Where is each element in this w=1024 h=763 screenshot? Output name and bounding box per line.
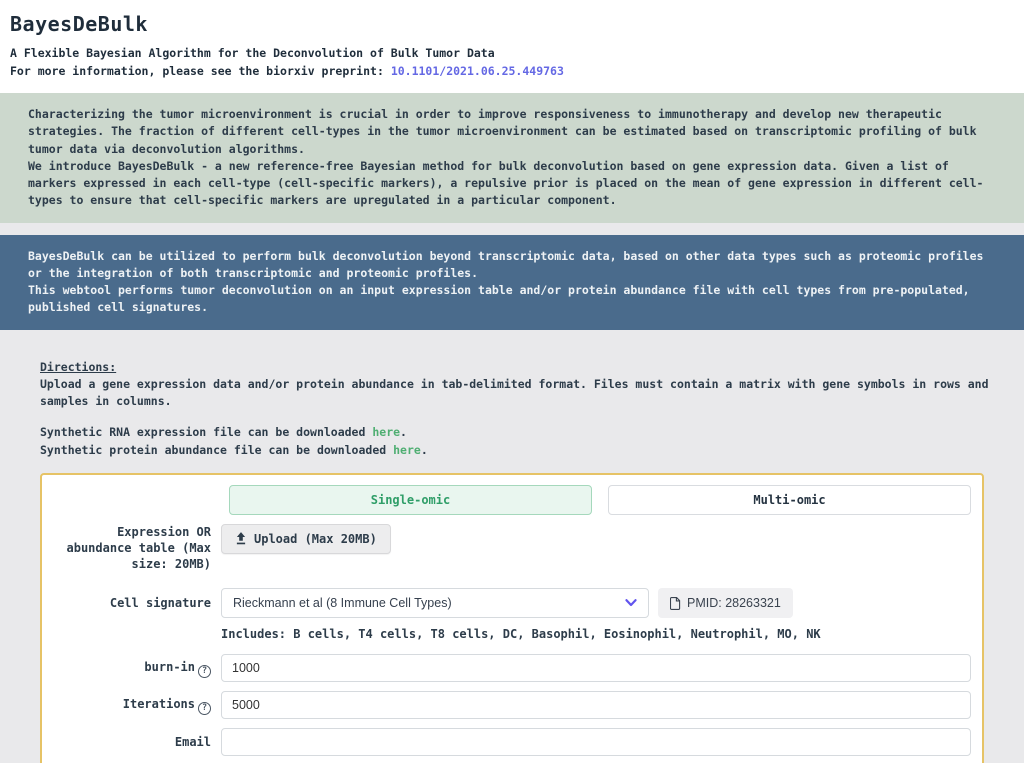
- synthetic-protein-download-link[interactable]: here: [393, 443, 421, 457]
- page-subtitle: A Flexible Bayesian Algorithm for the De…: [10, 46, 1014, 60]
- iterations-label: Iterations?: [53, 696, 211, 715]
- preprint-prefix: For more information, please see the bio…: [10, 64, 391, 78]
- preprint-line: For more information, please see the bio…: [10, 64, 1014, 78]
- rna-line-suffix: .: [400, 425, 407, 439]
- omic-mode-tabs: Single-omic Multi-omic: [53, 485, 971, 515]
- directions-heading: Directions:: [40, 359, 996, 376]
- tab-single-omic-label: Single-omic: [371, 493, 450, 507]
- upload-icon: [235, 532, 247, 545]
- email-row: Email: [53, 728, 971, 756]
- multiomic-info-panel: BayesDeBulk can be utilized to perform b…: [0, 235, 1024, 330]
- page-title: BayesDeBulk: [10, 12, 1014, 36]
- burn-in-row: burn-in?: [53, 654, 971, 682]
- cell-signature-select[interactable]: Rieckmann et al (8 Immune Cell Types): [221, 588, 649, 618]
- chevron-down-icon: [625, 599, 637, 607]
- bayesdebulk-page: BayesDeBulk A Flexible Bayesian Algorith…: [0, 0, 1024, 763]
- rna-line-prefix: Synthetic RNA expression file can be dow…: [40, 425, 372, 439]
- synthetic-rna-line: Synthetic RNA expression file can be dow…: [40, 424, 996, 441]
- iterations-content: [221, 691, 971, 719]
- download-links: Synthetic RNA expression file can be dow…: [40, 424, 996, 459]
- intro-panel: Characterizing the tumor microenvironmen…: [0, 93, 1024, 223]
- upload-content: Upload (Max 20MB): [221, 524, 971, 554]
- signature-includes-text: Includes: B cells, T4 cells, T8 cells, D…: [221, 627, 821, 641]
- multiomic-paragraph-1: BayesDeBulk can be utilized to perform b…: [28, 248, 996, 283]
- directions-body: Upload a gene expression data and/or pro…: [40, 376, 996, 411]
- preprint-link[interactable]: 10.1101/2021.06.25.449763: [391, 64, 564, 78]
- tab-multi-omic-label: Multi-omic: [753, 493, 825, 507]
- directions-section: Directions: Upload a gene expression dat…: [0, 330, 1024, 473]
- burn-in-label-text: burn-in: [144, 660, 195, 674]
- upload-button[interactable]: Upload (Max 20MB): [221, 524, 391, 554]
- upload-label: Expression OR abundance table (Max size:…: [53, 524, 211, 573]
- tab-single-omic[interactable]: Single-omic: [229, 485, 592, 515]
- cell-signature-selected-option: Rieckmann et al (8 Immune Cell Types): [233, 596, 452, 610]
- deconvolution-form: Single-omic Multi-omic Expression OR abu…: [40, 473, 984, 763]
- page-header: BayesDeBulk A Flexible Bayesian Algorith…: [0, 0, 1024, 93]
- iterations-label-text: Iterations: [123, 697, 195, 711]
- multiomic-paragraph-2: This webtool performs tumor deconvolutio…: [28, 282, 996, 317]
- burn-in-content: [221, 654, 971, 682]
- upload-row: Expression OR abundance table (Max size:…: [53, 524, 971, 573]
- burn-in-input[interactable]: [221, 654, 971, 682]
- email-content: [221, 728, 971, 756]
- email-label: Email: [53, 734, 211, 750]
- upload-button-label: Upload (Max 20MB): [254, 532, 377, 546]
- iterations-input[interactable]: [221, 691, 971, 719]
- burn-in-label: burn-in?: [53, 659, 211, 678]
- document-icon: [670, 597, 681, 610]
- synthetic-rna-download-link[interactable]: here: [372, 425, 400, 439]
- iterations-help-icon[interactable]: ?: [198, 702, 211, 715]
- pmid-badge-label: PMID: 28263321: [687, 596, 781, 610]
- cell-signature-row: Cell signature Rieckmann et al (8 Immune…: [53, 588, 971, 618]
- intro-paragraph-2: We introduce BayesDeBulk - a new referen…: [28, 158, 996, 210]
- cell-signature-label: Cell signature: [53, 595, 211, 611]
- iterations-row: Iterations?: [53, 691, 971, 719]
- pmid-badge[interactable]: PMID: 28263321: [658, 588, 793, 618]
- intro-paragraph-1: Characterizing the tumor microenvironmen…: [28, 106, 996, 158]
- synthetic-protein-line: Synthetic protein abundance file can be …: [40, 442, 996, 459]
- protein-line-prefix: Synthetic protein abundance file can be …: [40, 443, 393, 457]
- email-input[interactable]: [221, 728, 971, 756]
- cell-signature-content: Rieckmann et al (8 Immune Cell Types) PM…: [221, 588, 971, 618]
- burn-in-help-icon[interactable]: ?: [198, 665, 211, 678]
- includes-row: Includes: B cells, T4 cells, T8 cells, D…: [53, 627, 971, 641]
- tab-multi-omic[interactable]: Multi-omic: [608, 485, 971, 515]
- protein-line-suffix: .: [421, 443, 428, 457]
